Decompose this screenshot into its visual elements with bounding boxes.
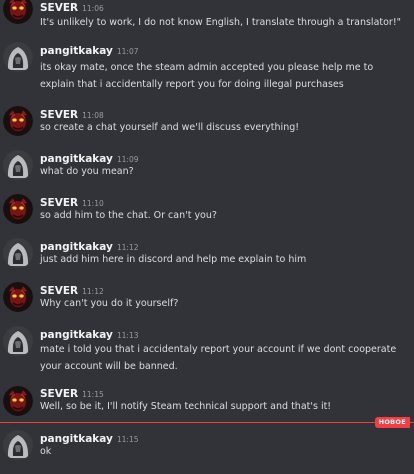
- author-name[interactable]: SEVER: [40, 2, 78, 14]
- message-author[interactable]: pangitkakay 11:13: [40, 329, 139, 341]
- message-author[interactable]: pangitkakay 11:07: [40, 45, 139, 57]
- new-messages-divider: [0, 422, 414, 423]
- message-text: so add him to the chat. Or can't you?: [40, 210, 217, 221]
- message-text: its okay mate, once the steam admin acce…: [40, 62, 374, 90]
- author-name[interactable]: pangitkakay: [40, 329, 113, 341]
- message-timestamp: 11:07: [116, 47, 139, 56]
- message-text: It's unlikely to work, I do not know Eng…: [40, 17, 402, 28]
- new-messages-badge: НОВОЕ: [374, 417, 410, 428]
- gray-hooded-figure-avatar-icon[interactable]: [3, 42, 33, 72]
- message-text: so create a chat yourself and we'll disc…: [40, 122, 300, 133]
- gray-hooded-figure-avatar-icon[interactable]: [3, 238, 33, 268]
- red-demon-mask-avatar-icon[interactable]: [3, 282, 33, 312]
- message-text: mate i told you that i accidentaly repor…: [40, 344, 397, 372]
- message-text: Well, so be it, I'll notify Steam techni…: [40, 401, 332, 412]
- gray-hooded-figure-avatar-icon[interactable]: [3, 150, 33, 180]
- message-timestamp: 11:06: [82, 4, 104, 13]
- message-text: what do you mean?: [40, 166, 134, 177]
- red-demon-mask-avatar-icon[interactable]: [3, 106, 33, 136]
- message-author[interactable]: SEVER 11:06: [40, 2, 104, 14]
- message-text: just add him here in discord and help me…: [40, 254, 307, 265]
- message-text: Why can't you do it yourself?: [40, 298, 179, 309]
- author-name[interactable]: pangitkakay: [40, 45, 113, 57]
- red-demon-mask-avatar-icon[interactable]: [3, 386, 33, 416]
- message-timestamp: 11:13: [116, 331, 139, 340]
- message-text: ok: [40, 446, 52, 457]
- gray-hooded-figure-avatar-icon[interactable]: [3, 326, 33, 356]
- red-demon-mask-avatar-icon[interactable]: [3, 194, 33, 224]
- gray-hooded-figure-avatar-icon[interactable]: [3, 430, 33, 460]
- red-demon-mask-avatar-icon[interactable]: [3, 0, 33, 24]
